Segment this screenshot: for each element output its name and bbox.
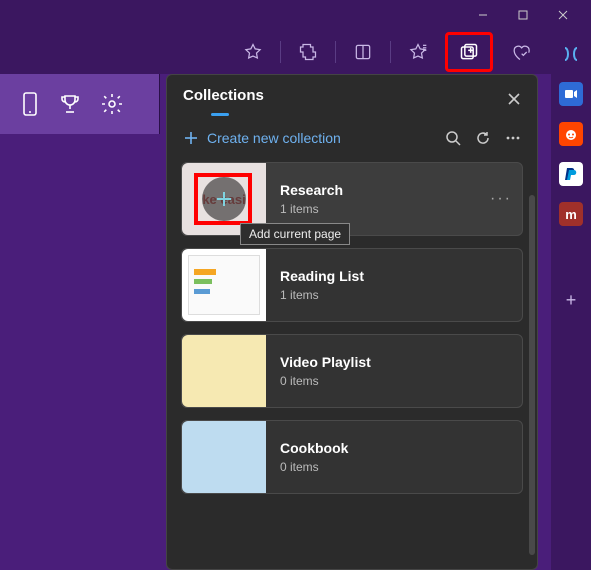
browser-toolbar <box>0 30 591 74</box>
sidebar-add-button[interactable]: + <box>559 288 583 312</box>
collection-info: Cookbook 0 items <box>280 440 512 474</box>
refresh-button[interactable] <box>475 130 491 146</box>
page-left-toolbar <box>0 74 160 134</box>
close-button[interactable] <box>543 0 583 30</box>
collection-row[interactable]: Reading List 1 items <box>181 248 523 322</box>
collections-panel: Collections Create new collection ke eas… <box>166 74 538 570</box>
toolbar-separator <box>280 41 281 63</box>
collection-name: Research <box>280 182 476 198</box>
toolbar-separator <box>390 41 391 63</box>
maximize-button[interactable] <box>503 0 543 30</box>
collections-button-highlight <box>445 32 493 72</box>
collection-name: Cookbook <box>280 440 512 456</box>
browser-essentials-button[interactable] <box>503 35 537 69</box>
collection-count: 1 items <box>280 288 512 302</box>
collection-row[interactable]: ke easi Add current page Research 1 item… <box>181 162 523 236</box>
panel-subheader: Create new collection <box>167 116 537 154</box>
edge-sidebar: m + <box>551 30 591 570</box>
panel-actions <box>445 130 521 146</box>
panel-title: Collections <box>183 87 264 110</box>
zoom-app-icon[interactable] <box>559 82 583 106</box>
collection-more-button[interactable]: ··· <box>490 190 512 208</box>
split-screen-button[interactable] <box>346 35 380 69</box>
collection-list: ke easi Add current page Research 1 item… <box>167 154 537 504</box>
m-app-icon[interactable]: m <box>559 202 583 226</box>
collection-count: 0 items <box>280 460 512 474</box>
panel-header: Collections <box>167 75 537 116</box>
trophy-icon[interactable] <box>58 92 82 116</box>
collection-count: 1 items <box>280 202 476 216</box>
plus-icon <box>183 130 199 146</box>
settings-gear-icon[interactable] <box>100 92 124 116</box>
collections-button[interactable] <box>459 42 479 62</box>
collection-thumbnail <box>182 335 266 407</box>
collection-row[interactable]: Cookbook 0 items <box>181 420 523 494</box>
panel-close-button[interactable] <box>507 92 521 106</box>
search-button[interactable] <box>445 130 461 146</box>
add-current-page-button[interactable] <box>202 177 246 221</box>
reddit-app-icon[interactable] <box>559 122 583 146</box>
panel-scrollbar[interactable] <box>529 195 535 555</box>
collection-row[interactable]: Video Playlist 0 items <box>181 334 523 408</box>
collection-name: Reading List <box>280 268 512 284</box>
collection-name: Video Playlist <box>280 354 512 370</box>
collection-info: Video Playlist 0 items <box>280 354 512 388</box>
add-page-tooltip: Add current page <box>240 223 350 245</box>
favorite-star-button[interactable] <box>236 35 270 69</box>
create-collection-link[interactable]: Create new collection <box>183 130 341 146</box>
collection-thumbnail <box>182 249 266 321</box>
collection-count: 0 items <box>280 374 512 388</box>
panel-more-button[interactable] <box>505 130 521 146</box>
collection-thumbnail <box>182 421 266 493</box>
collection-info: Research 1 items <box>280 182 476 216</box>
create-collection-label: Create new collection <box>207 130 341 146</box>
extensions-button[interactable] <box>291 35 325 69</box>
window-titlebar <box>0 0 591 30</box>
copilot-icon[interactable] <box>559 42 583 66</box>
toolbar-separator <box>335 41 336 63</box>
minimize-button[interactable] <box>463 0 503 30</box>
collection-info: Reading List 1 items <box>280 268 512 302</box>
mobile-icon[interactable] <box>20 91 40 117</box>
favorites-button[interactable] <box>401 35 435 69</box>
paypal-app-icon[interactable] <box>559 162 583 186</box>
